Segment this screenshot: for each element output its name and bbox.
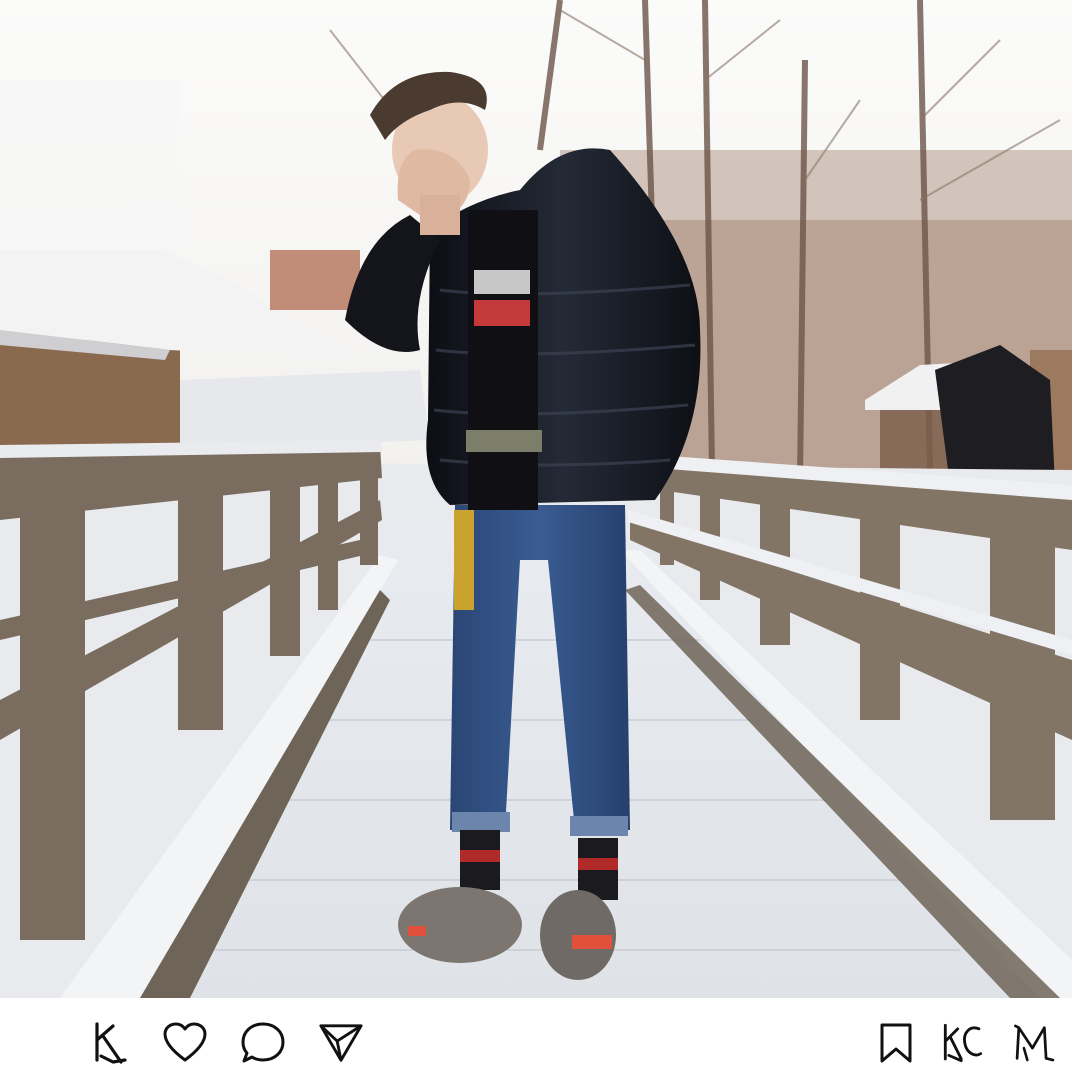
bookmark-icon[interactable] — [873, 1020, 919, 1066]
post-photo[interactable] — [0, 0, 1072, 998]
custom-kc-mark-icon[interactable] — [940, 1020, 986, 1066]
custom-k-mark-icon[interactable] — [88, 1020, 134, 1066]
heart-icon[interactable] — [162, 1020, 208, 1066]
post-action-bar — [0, 998, 1072, 1072]
comment-bubble-icon[interactable] — [240, 1020, 286, 1066]
send-paper-plane-icon[interactable] — [318, 1020, 364, 1066]
custom-m-mark-icon[interactable] — [1012, 1020, 1058, 1066]
photo-illustration — [0, 0, 1072, 998]
post-frame — [0, 0, 1072, 1072]
